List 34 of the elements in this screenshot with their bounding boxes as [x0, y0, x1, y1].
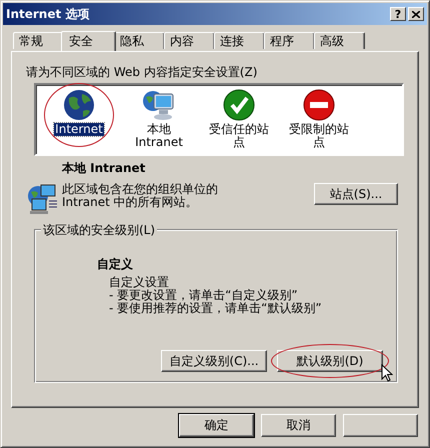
zone-item[interactable]: 本地 Intranet: [126, 123, 192, 149]
sites-button[interactable]: 站点(S)...: [314, 183, 398, 205]
help-button[interactable]: ?: [390, 7, 406, 21]
checkmark-icon: [223, 89, 255, 121]
dialog-button[interactable]: 取消: [261, 414, 336, 437]
close-button[interactable]: [408, 7, 424, 21]
zones-prompt: 请为不同区域的 Web 内容指定安全设置(Z): [26, 64, 258, 81]
tab[interactable]: 安全: [61, 31, 116, 51]
close-icon: [412, 10, 420, 18]
zone-title: 本地 Intranet: [62, 160, 146, 177]
computer-icon: [142, 89, 176, 121]
level-description: - 要使用推荐的设置，请单击“默认级别”: [109, 302, 323, 315]
group-legend: 该区域的安全级别(L): [41, 222, 158, 239]
network-computers-icon: [26, 183, 60, 215]
tab[interactable]: 高级: [314, 32, 365, 49]
zone-item[interactable]: Internet: [54, 123, 104, 136]
window-title: Internet 选项: [6, 6, 90, 22]
globe-icon: [63, 89, 95, 121]
tab[interactable]: 常规: [13, 32, 64, 49]
level-description: 自定义设置: [109, 276, 170, 289]
level-button[interactable]: 自定义级别(C)...: [161, 350, 267, 372]
zone-item[interactable]: 受信任的站点: [206, 123, 272, 149]
zone-description: 此区域包含在您的组织单位的 Intranet 中的所有网站。: [62, 183, 219, 209]
tab[interactable]: 程序: [264, 32, 315, 49]
no-entry-icon: [303, 89, 335, 121]
dialog-button[interactable]: [343, 414, 418, 437]
tab[interactable]: 内容: [164, 32, 215, 49]
zone-item[interactable]: 受限制的站点: [286, 123, 352, 149]
tab[interactable]: 隐私: [114, 32, 165, 49]
dialog-button[interactable]: 确定: [179, 414, 254, 437]
level-button[interactable]: 默认级别(D): [277, 350, 383, 372]
level-description: - 要更改设置，请单击“自定义级别”: [109, 289, 299, 302]
level-name: 自定义: [97, 256, 134, 273]
tab[interactable]: 连接: [214, 32, 265, 49]
